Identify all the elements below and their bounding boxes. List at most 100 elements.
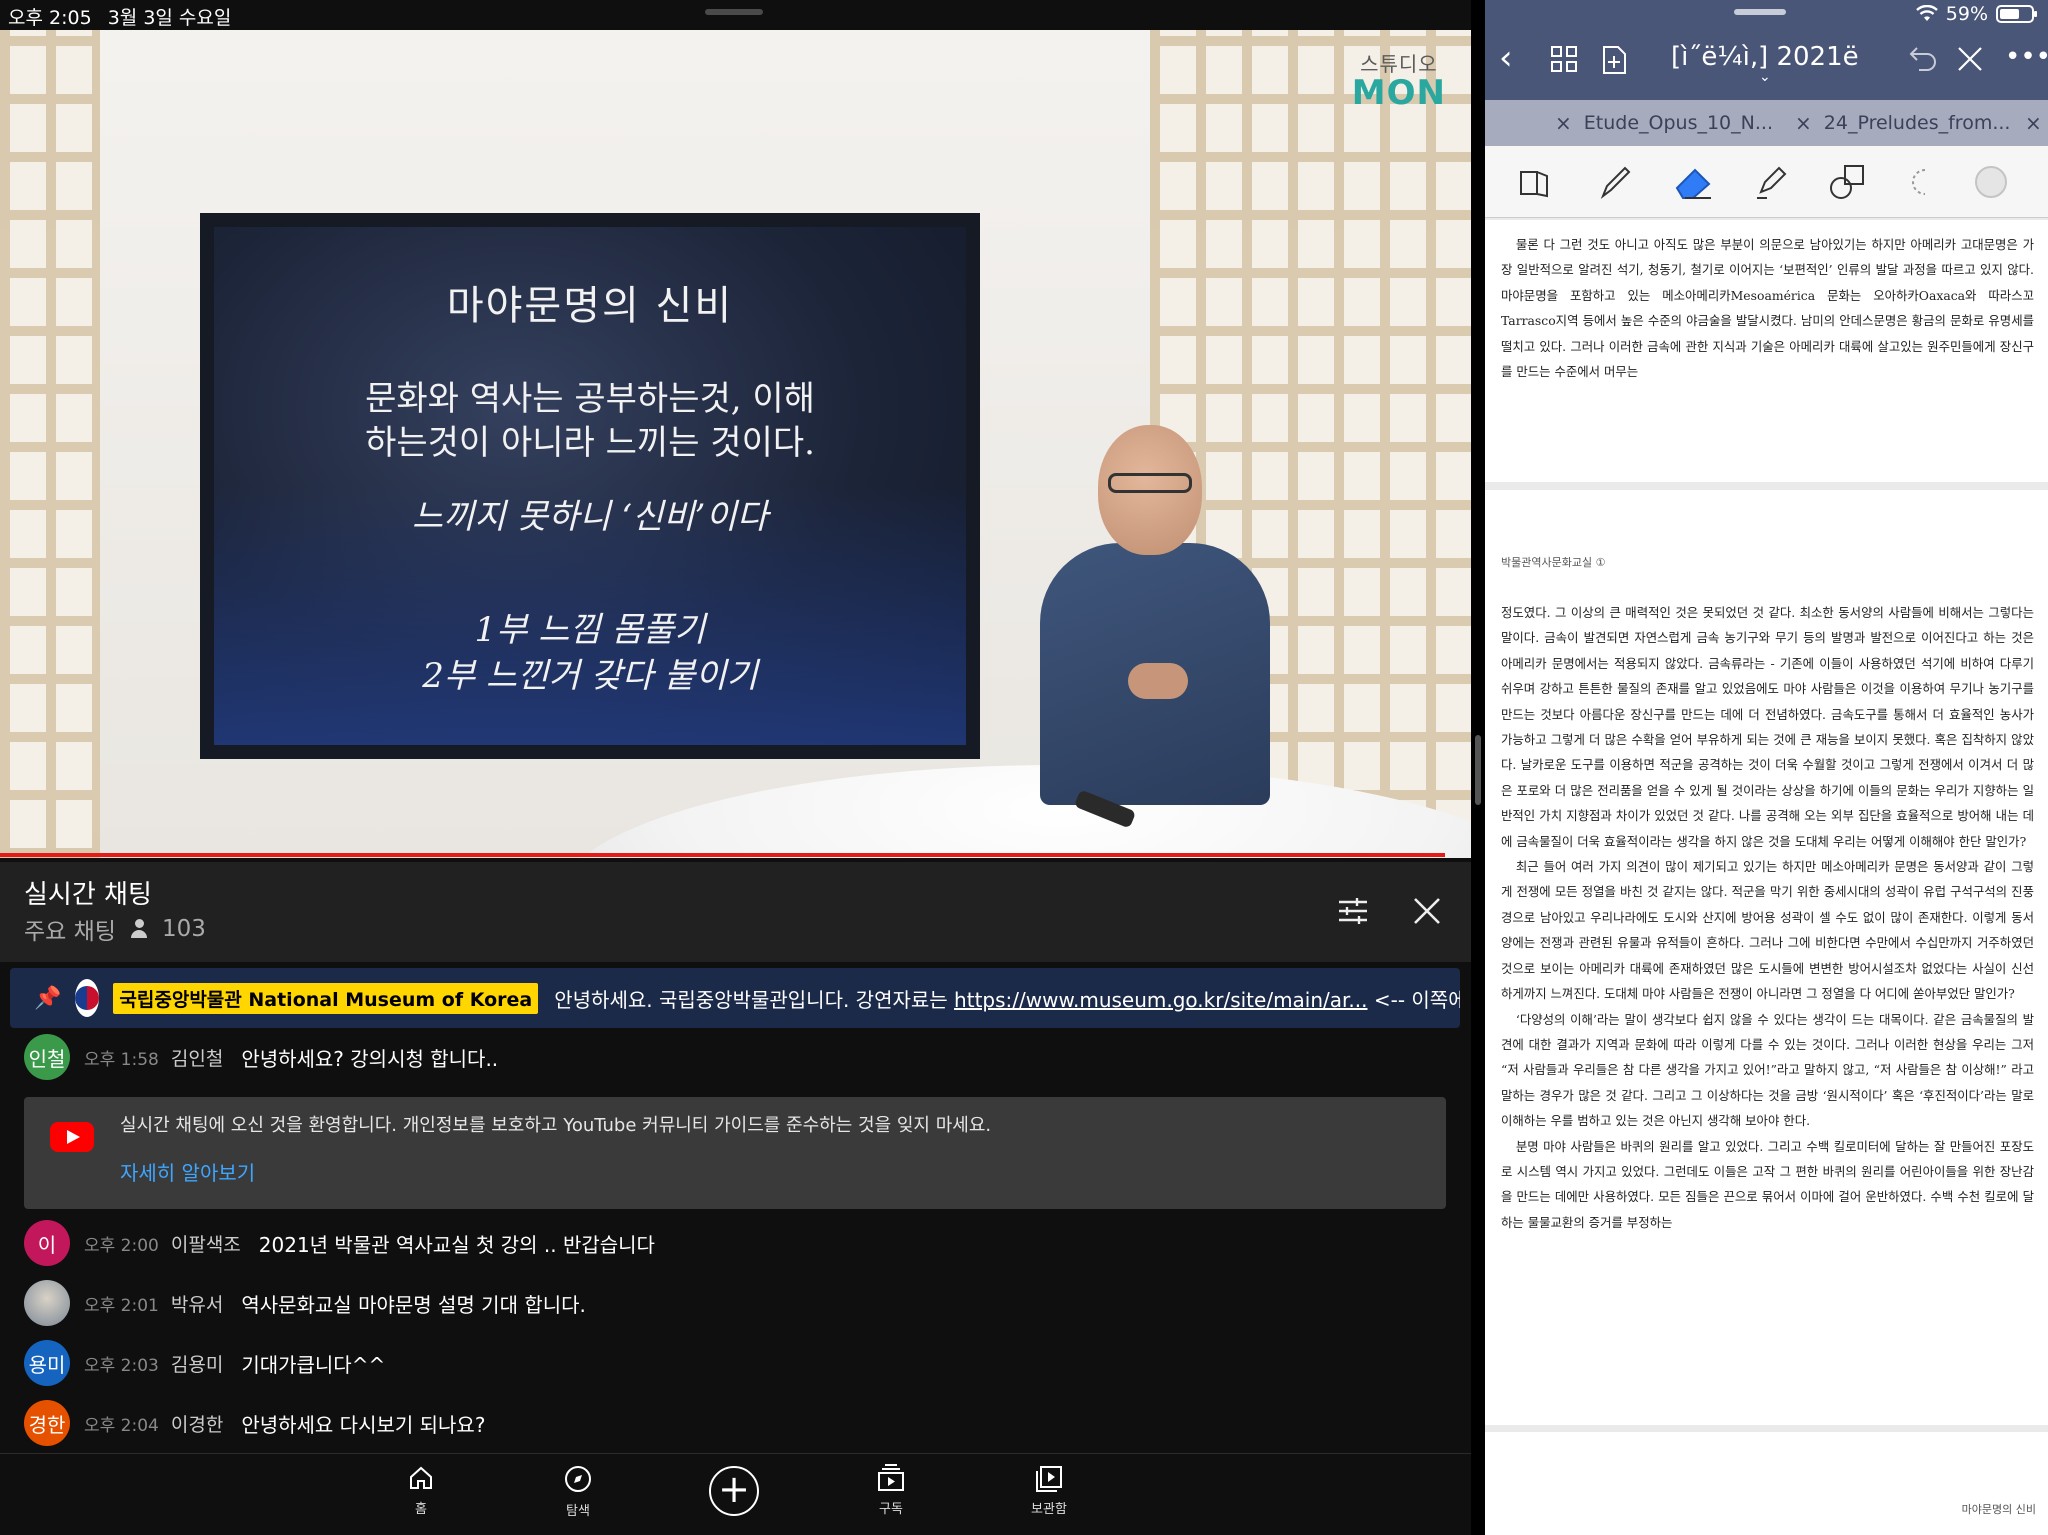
youtube-app: 마야문명의 신비 문화와 역사는 공부하는것, 이해 하는것이 아니라 느끼는 … bbox=[0, 0, 1471, 1535]
message-text: 역사문화교실 마야문명 설명 기대 합니다. bbox=[241, 1292, 586, 1317]
drawing-toolbar bbox=[1485, 146, 2048, 218]
tab-document-2[interactable]: × 24_Preludes_from... bbox=[1795, 100, 2010, 146]
image-tool[interactable] bbox=[1967, 158, 2015, 206]
chat-mode-selector[interactable]: 주요 채팅 103 bbox=[24, 912, 206, 946]
nav-explore[interactable]: 탐색 bbox=[523, 1464, 633, 1519]
create-button[interactable]: + bbox=[709, 1466, 759, 1516]
page-2-paragraph-4: 분명 마야 사람들은 바퀴의 원리를 알고 있었다. 그리고 수백 킬로미터에 … bbox=[1501, 1138, 2034, 1230]
learn-more-link[interactable]: 자세히 알아보기 bbox=[120, 1157, 255, 1186]
nav-home[interactable]: 홈 bbox=[366, 1464, 476, 1517]
avatar: 인철 bbox=[24, 1034, 70, 1080]
shape-tool[interactable] bbox=[1825, 158, 1873, 206]
tab-label: Etude_Opus_10_N... bbox=[1583, 112, 1773, 134]
live-chat-title: 실시간 채팅 bbox=[24, 880, 152, 910]
chat-message[interactable]: 오후 2:01 박유서 역사문화교실 마야문명 설명 기대 합니다. bbox=[24, 1279, 586, 1327]
status-date: 3월 3일 수요일 bbox=[107, 7, 232, 29]
message-author: 김인철 bbox=[170, 1047, 224, 1070]
status-time: 오후 2:05 bbox=[8, 7, 92, 29]
document-page-2[interactable]: 박물관역사문화교실 ① 정도였다. 그 이상의 큰 매력적인 것은 못되었던 것… bbox=[1485, 490, 2048, 1425]
chevron-down-icon: ⌄ bbox=[1758, 69, 1771, 85]
page-header: 박물관역사문화교실 ① bbox=[1501, 556, 1606, 569]
message-text: 안녕하세요 다시보기 되나요? bbox=[241, 1412, 486, 1437]
slide-title: 마야문명의 신비 bbox=[446, 283, 734, 329]
close-tab-icon[interactable]: × bbox=[1555, 111, 1572, 135]
nav-home-label: 홈 bbox=[415, 1502, 427, 1517]
pen-icon bbox=[1600, 166, 1631, 199]
document-tabs: × Etude_Opus_10_N... × 24_Preludes_from.… bbox=[1485, 100, 2048, 146]
viewer-icon bbox=[130, 919, 148, 939]
pen-tool[interactable] bbox=[1591, 158, 1639, 206]
page-2-paragraph-3: ‘다양성의 이해’라는 말이 생각보다 쉽지 않을 수 있다는 생각이 드는 대… bbox=[1501, 1011, 2034, 1129]
multitasking-handle-right[interactable] bbox=[1734, 9, 1786, 15]
compass-icon bbox=[565, 1466, 591, 1492]
avatar-photo bbox=[24, 1280, 70, 1326]
grid-icon[interactable] bbox=[1549, 44, 1579, 82]
nav-subscriptions[interactable]: 구독 bbox=[836, 1464, 946, 1517]
nav-library[interactable]: 보관함 bbox=[994, 1464, 1104, 1517]
message-author: 이팔색조 bbox=[170, 1233, 241, 1256]
message-author: 김용미 bbox=[170, 1353, 224, 1376]
chat-welcome-notice: 실시간 채팅에 오신 것을 환영합니다. 개인정보를 보호하고 YouTube … bbox=[24, 1097, 1446, 1209]
undo-icon[interactable] bbox=[1907, 44, 1939, 80]
back-icon[interactable]: ‹ bbox=[1499, 38, 1513, 78]
channel-owner-badge[interactable]: 국립중앙박물관 National Museum of Korea bbox=[113, 982, 539, 1014]
status-bar-right: 59% bbox=[1915, 3, 2037, 25]
chat-message[interactable]: 인철 오후 1:58 김인철 안녕하세요? 강의시청 합니다.. bbox=[24, 1033, 498, 1081]
pinned-link[interactable]: https://www.museum.go.kr/site/main/ar... bbox=[954, 988, 1367, 1012]
document-page-3[interactable]: 마야문명의 신비 bbox=[1485, 1432, 2048, 1535]
pinned-message[interactable]: 📌 국립중앙박물관 National Museum of Korea 안녕하세요… bbox=[10, 968, 1460, 1028]
close-tab-icon[interactable]: × bbox=[1795, 111, 1812, 135]
close-chat-button[interactable] bbox=[1400, 884, 1454, 938]
multitasking-handle[interactable] bbox=[705, 9, 763, 15]
more-icon[interactable]: ••• bbox=[2005, 42, 2048, 72]
tab-label: 24_Preludes_from... bbox=[1823, 112, 2011, 134]
chat-message[interactable]: 경한 오후 2:04 이경한 안녕하세요 다시보기 되나요? bbox=[24, 1399, 485, 1447]
eraser-tool[interactable] bbox=[1669, 158, 1717, 206]
message-time: 오후 2:00 bbox=[84, 1235, 159, 1256]
message-text: 2021년 박물관 역사교실 첫 강의 .. 반갑습니다 bbox=[258, 1232, 655, 1257]
ipad-split-screen: 오후 2:05 3월 3일 수요일 59% 마야문명의 신비 문화와 역사는 공… bbox=[0, 0, 2048, 1535]
highlighter-tool[interactable] bbox=[1747, 158, 1795, 206]
nav-subscriptions-label: 구독 bbox=[879, 1502, 903, 1517]
museum-avatar bbox=[75, 979, 100, 1017]
slide-line-3b: 2부 느낀거 갖다 붙이기 bbox=[422, 656, 758, 696]
pinned-message-text: 안녕하세요. 국립중앙박물관입니다. 강연자료는 https://www.mus… bbox=[554, 984, 1460, 1013]
read-mode-icon bbox=[1520, 171, 1548, 198]
tab-document-3[interactable]: × bbox=[2025, 100, 2048, 146]
chat-settings-button[interactable] bbox=[1326, 884, 1380, 938]
document-title[interactable]: [ì˝ë¼ì‚] 2021ë ⌄ bbox=[1671, 42, 1859, 85]
add-page-icon[interactable] bbox=[1599, 44, 1629, 84]
page-footer: 마야문명의 신비 bbox=[1961, 1503, 2036, 1516]
slide-line-1a: 문화와 역사는 공부하는것, 이해 bbox=[365, 379, 815, 419]
tab-document-1[interactable]: × Etude_Opus_10_N... bbox=[1555, 100, 1773, 146]
message-time: 오후 1:58 bbox=[84, 1049, 159, 1070]
bottom-navigation: 홈 탐색 + 구독 보관함 bbox=[0, 1453, 1471, 1535]
read-mode-tool[interactable] bbox=[1511, 158, 1559, 206]
shapes-icon bbox=[1830, 165, 1864, 199]
video-progress-bar[interactable] bbox=[0, 853, 1445, 857]
message-text: 안녕하세요? 강의시청 합니다.. bbox=[241, 1046, 499, 1071]
slide-line-1b: 하는것이 아니라 느끼는 것이다. bbox=[365, 423, 815, 463]
sliders-icon bbox=[1339, 898, 1367, 924]
slide-line-3: 1부 느낌 몸풀기 2부 느낀거 갖다 붙이기 bbox=[214, 607, 966, 699]
video-player[interactable]: 마야문명의 신비 문화와 역사는 공부하는것, 이해 하는것이 아니라 느끼는 … bbox=[0, 30, 1471, 858]
divider-handle[interactable] bbox=[1475, 735, 1481, 805]
avatar: 용미 bbox=[24, 1340, 70, 1386]
pinned-after: <-- 이쪽에 접속하… bbox=[1373, 987, 1460, 1012]
eraser-icon bbox=[1675, 168, 1711, 199]
page-1-paragraph: 물론 다 그런 것도 아니고 아직도 많은 부분이 의문으로 남아있기는 하지만… bbox=[1501, 237, 2034, 380]
close-tab-icon[interactable]: × bbox=[2025, 111, 2042, 135]
lasso-icon bbox=[1912, 169, 1926, 195]
split-view-divider[interactable] bbox=[1471, 0, 1485, 1535]
chat-message[interactable]: 이 오후 2:00 이팔색조 2021년 박물관 역사교실 첫 강의 .. 반갑… bbox=[24, 1219, 655, 1267]
wall-lattice-left bbox=[0, 30, 100, 858]
avatar: 경한 bbox=[24, 1400, 70, 1446]
studio-mon-logo: 스튜디오 MON bbox=[1352, 48, 1446, 110]
viewer-count: 103 bbox=[161, 916, 206, 942]
lasso-tool[interactable] bbox=[1895, 158, 1943, 206]
document-page-1[interactable]: 물론 다 그런 것도 아니고 아직도 많은 부분이 의문으로 남아있기는 하지만… bbox=[1485, 220, 2048, 482]
chat-message[interactable]: 용미 오후 2:03 김용미 기대가큽니다^^ bbox=[24, 1339, 385, 1387]
slide-screen: 마야문명의 신비 문화와 역사는 공부하는것, 이해 하는것이 아니라 느끼는 … bbox=[200, 213, 980, 759]
notice-text: 실시간 채팅에 오신 것을 환영합니다. 개인정보를 보호하고 YouTube … bbox=[120, 1115, 992, 1136]
tools-icon[interactable] bbox=[1955, 44, 1985, 82]
